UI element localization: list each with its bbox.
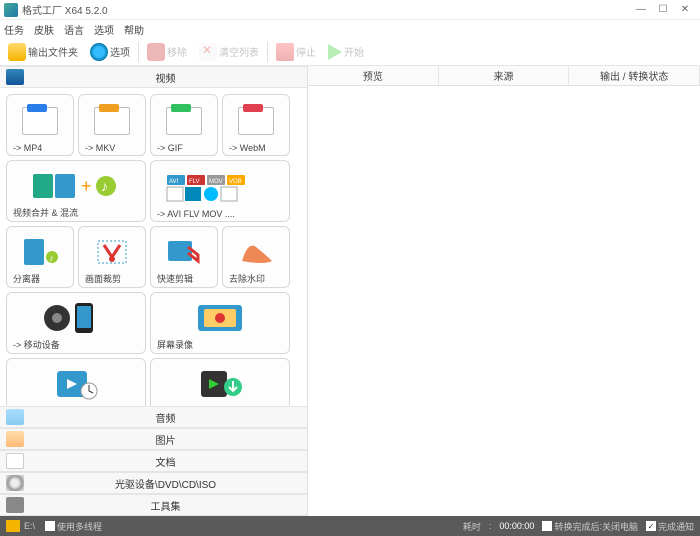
stop-button[interactable]: 停止 <box>272 41 320 63</box>
picture-category-icon <box>6 431 24 447</box>
main-area: 视频 -> MP4 -> MKV -> GIF -> WebM +♪ 视频合并 … <box>0 66 700 516</box>
card-quickcut[interactable]: 快速剪辑 <box>150 226 218 288</box>
maximize-button[interactable]: ☐ <box>652 2 674 18</box>
tool-category-icon <box>6 497 24 513</box>
menu-skin[interactable]: 皮肤 <box>34 22 54 37</box>
card-merge[interactable]: +♪ 视频合并 & 混流 <box>6 160 146 222</box>
right-panel: 预览 来源 输出 / 转换状态 <box>308 66 700 516</box>
elapsed-label: 耗时 <box>463 520 481 533</box>
done-notify-toggle[interactable]: ✓完成通知 <box>646 520 694 533</box>
disc-category-icon <box>6 475 24 491</box>
window-title: 格式工厂 X64 5.2.0 <box>22 2 630 17</box>
card-player[interactable]: 格式播放器 <box>6 358 146 406</box>
checkbox-icon <box>45 521 55 531</box>
svg-text:VOB: VOB <box>229 179 242 185</box>
video-category-icon <box>6 69 24 85</box>
options-button[interactable]: 选项 <box>86 41 134 63</box>
left-panel: 视频 -> MP4 -> MKV -> GIF -> WebM +♪ 视频合并 … <box>0 66 308 516</box>
document-category-icon <box>6 453 24 469</box>
stop-icon <box>276 43 294 61</box>
col-preview[interactable]: 预览 <box>308 66 439 85</box>
audio-category-icon <box>6 409 24 425</box>
menu-help[interactable]: 帮助 <box>124 22 144 37</box>
output-folder-button[interactable]: 输出文件夹 <box>4 41 82 63</box>
menu-task[interactable]: 任务 <box>4 22 24 37</box>
menu-language[interactable]: 语言 <box>64 22 84 37</box>
card-screenrec[interactable]: 屏幕录像 <box>150 292 290 354</box>
card-mobile[interactable]: -> 移动设备 <box>6 292 146 354</box>
category-toolset[interactable]: 工具集 <box>0 494 307 516</box>
titlebar: 格式工厂 X64 5.2.0 — ☐ ✕ <box>0 0 700 20</box>
card-mkv[interactable]: -> MKV <box>78 94 146 156</box>
card-mp4[interactable]: -> MP4 <box>6 94 74 156</box>
card-crop[interactable]: 画面裁剪 <box>78 226 146 288</box>
svg-text:♪: ♪ <box>49 253 54 263</box>
app-icon <box>4 3 18 17</box>
category-disc[interactable]: 光驱设备\DVD\CD\ISO <box>0 472 307 494</box>
multithread-toggle[interactable]: 使用多线程 <box>45 520 102 533</box>
category-picture[interactable]: 图片 <box>0 428 307 450</box>
remove-button[interactable]: 移除 <box>143 41 191 63</box>
category-audio[interactable]: 音频 <box>0 406 307 428</box>
toolbar: 输出文件夹 选项 移除 清空列表 停止 开始 <box>0 38 700 66</box>
card-gif[interactable]: -> GIF <box>150 94 218 156</box>
delete-icon <box>199 43 217 61</box>
card-avi-etc[interactable]: AVIFLVMOVVOB -> AVI FLV MOV .... <box>150 160 290 222</box>
card-download[interactable]: 视频下载 <box>150 358 290 406</box>
separator <box>267 42 268 62</box>
checkbox-icon: ✓ <box>646 521 656 531</box>
separator <box>138 42 139 62</box>
menubar: 任务 皮肤 语言 选项 帮助 <box>0 20 700 38</box>
folder-icon <box>8 43 26 61</box>
elapsed-value: 00:00:00 <box>499 521 534 531</box>
svg-text:FLV: FLV <box>189 179 200 185</box>
minimize-button[interactable]: — <box>630 2 652 18</box>
clear-list-button[interactable]: 清空列表 <box>195 41 263 63</box>
task-list-empty <box>308 86 700 516</box>
play-icon <box>328 44 342 60</box>
card-webm[interactable]: -> WebM <box>222 94 290 156</box>
video-icon <box>147 43 165 61</box>
after-done-toggle[interactable]: 转换完成后:关闭电脑 <box>542 520 638 533</box>
svg-text:MOV: MOV <box>209 179 223 185</box>
menu-option[interactable]: 选项 <box>94 22 114 37</box>
output-path[interactable]: E:\ <box>24 521 35 531</box>
output-path-icon[interactable] <box>6 520 20 532</box>
statusbar: E:\ 使用多线程 耗时: 00:00:00 转换完成后:关闭电脑 ✓完成通知 <box>0 516 700 536</box>
checkbox-icon <box>542 521 552 531</box>
close-button[interactable]: ✕ <box>674 2 696 18</box>
list-header: 预览 来源 输出 / 转换状态 <box>308 66 700 86</box>
col-source[interactable]: 来源 <box>439 66 570 85</box>
col-output-status[interactable]: 输出 / 转换状态 <box>569 66 700 85</box>
options-icon <box>90 43 108 61</box>
video-grid: -> MP4 -> MKV -> GIF -> WebM +♪ 视频合并 & 混… <box>0 88 307 406</box>
card-splitter[interactable]: ♪分离器 <box>6 226 74 288</box>
svg-text:AVI: AVI <box>169 179 179 185</box>
start-button[interactable]: 开始 <box>324 42 368 62</box>
category-document[interactable]: 文档 <box>0 450 307 472</box>
category-video[interactable]: 视频 <box>0 66 307 88</box>
card-watermark[interactable]: 去除水印 <box>222 226 290 288</box>
svg-text:♪: ♪ <box>101 178 108 194</box>
svg-text:+: + <box>81 176 92 196</box>
